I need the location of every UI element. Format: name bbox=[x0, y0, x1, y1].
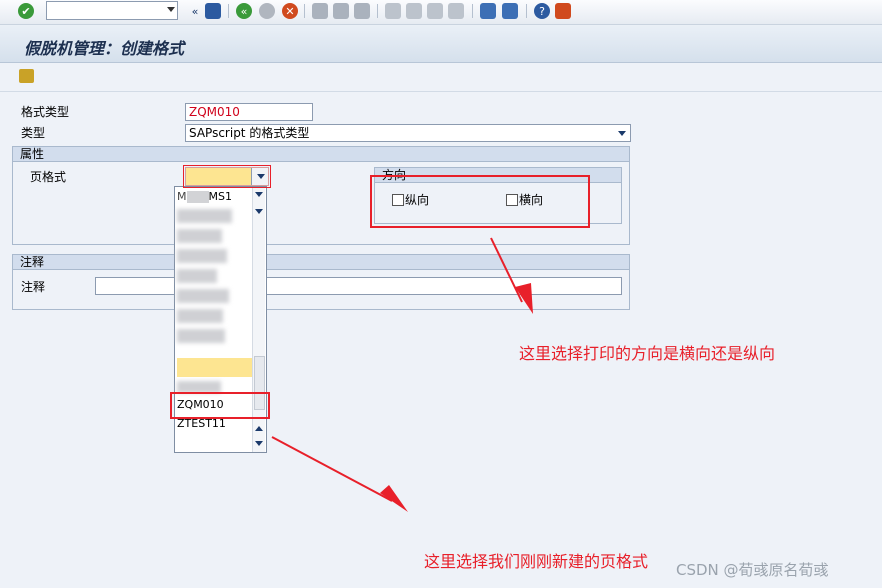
page-format-label: 页格式 bbox=[30, 170, 67, 184]
selected-blurred-item[interactable] bbox=[177, 358, 252, 377]
print-icon[interactable] bbox=[312, 3, 328, 19]
comment-header: 注释 bbox=[12, 254, 630, 270]
zqm010-highlight bbox=[170, 392, 270, 419]
layout-icon[interactable] bbox=[555, 3, 571, 19]
separator bbox=[377, 4, 378, 18]
collapse-icon[interactable]: « bbox=[187, 3, 203, 19]
find-next-icon[interactable] bbox=[354, 3, 370, 19]
list-scrollbar-bottom[interactable] bbox=[252, 422, 265, 452]
enter-check-icon[interactable]: ✔ bbox=[18, 3, 34, 19]
scroll-down-icon[interactable] bbox=[255, 192, 263, 197]
save-icon[interactable] bbox=[205, 3, 221, 19]
blurred-item bbox=[177, 309, 223, 323]
blurred-item bbox=[177, 269, 217, 283]
system-toolbar: ✔ « « ✕ ? bbox=[0, 0, 882, 25]
blurred-item bbox=[177, 249, 227, 263]
first-page-icon[interactable] bbox=[385, 3, 401, 19]
separator bbox=[304, 4, 305, 18]
page-format-field-highlight bbox=[183, 165, 271, 188]
blurred-item bbox=[177, 209, 232, 223]
watermark: CSDN @荀彧原名荀彧 bbox=[676, 561, 829, 579]
prev-page-icon[interactable] bbox=[406, 3, 422, 19]
type-select[interactable]: SAPscript 的格式类型 bbox=[185, 124, 631, 142]
scroll-down-icon[interactable] bbox=[255, 441, 263, 446]
display-change-icon[interactable] bbox=[19, 69, 34, 83]
find-icon[interactable] bbox=[333, 3, 349, 19]
blurred-item bbox=[177, 329, 225, 343]
back-icon[interactable]: « bbox=[236, 3, 252, 19]
comment-label: 注释 bbox=[21, 280, 46, 294]
list-scrollbar-top[interactable] bbox=[252, 188, 265, 422]
application-toolbar bbox=[0, 63, 882, 92]
page-title: 假脱机管理：创建格式 bbox=[24, 39, 185, 58]
last-page-icon[interactable] bbox=[448, 3, 464, 19]
type-label: 类型 bbox=[21, 126, 46, 140]
chevron-down-icon[interactable] bbox=[167, 7, 175, 12]
exit-icon[interactable] bbox=[259, 3, 275, 19]
help-icon[interactable]: ? bbox=[534, 3, 550, 19]
separator bbox=[472, 4, 473, 18]
blurred-item bbox=[177, 289, 229, 303]
separator bbox=[526, 4, 527, 18]
type-select-value: SAPscript 的格式类型 bbox=[189, 126, 310, 140]
separator bbox=[228, 4, 229, 18]
shortcut-icon[interactable] bbox=[502, 3, 518, 19]
chevron-down-icon[interactable] bbox=[618, 131, 626, 136]
scroll-down-icon[interactable] bbox=[255, 209, 263, 214]
orientation-note: 这里选择打印的方向是横向还是纵向 bbox=[519, 344, 776, 363]
format-type-label: 格式类型 bbox=[21, 105, 70, 119]
orientation-highlight bbox=[370, 175, 590, 228]
create-session-icon[interactable] bbox=[480, 3, 496, 19]
command-field[interactable] bbox=[46, 1, 178, 20]
pageformat-note: 这里选择我们刚刚新建的页格式 bbox=[424, 552, 649, 571]
format-type-field[interactable]: ZQM010 bbox=[185, 103, 313, 121]
next-page-icon[interactable] bbox=[427, 3, 443, 19]
blurred-item bbox=[177, 229, 222, 243]
title-bar: 假脱机管理：创建格式 bbox=[0, 25, 882, 63]
attributes-header: 属性 bbox=[12, 146, 630, 162]
cancel-icon[interactable]: ✕ bbox=[282, 3, 298, 19]
list-item[interactable]: M MS1 bbox=[177, 189, 232, 204]
scroll-up-icon[interactable] bbox=[255, 426, 263, 431]
